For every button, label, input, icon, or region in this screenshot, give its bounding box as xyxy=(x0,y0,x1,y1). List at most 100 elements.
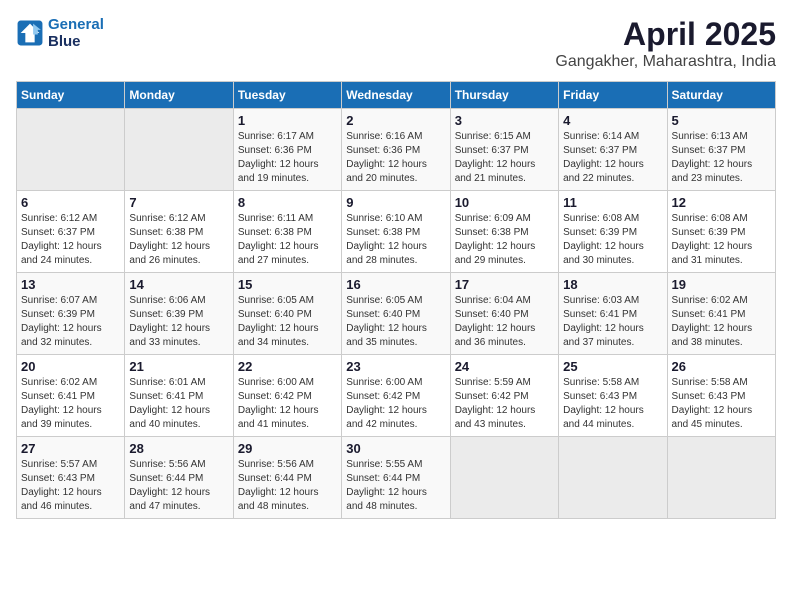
day-number: 4 xyxy=(563,113,662,128)
day-info: Sunrise: 6:13 AM Sunset: 6:37 PM Dayligh… xyxy=(672,130,771,186)
day-number: 9 xyxy=(346,195,445,210)
day-number: 29 xyxy=(238,441,337,456)
calendar-day-cell: 13 Sunrise: 6:07 AM Sunset: 6:39 PM Dayli… xyxy=(17,273,125,355)
calendar-day-cell: 11 Sunrise: 6:08 AM Sunset: 6:39 PM Dayli… xyxy=(559,191,667,273)
day-info: Sunrise: 5:58 AM Sunset: 6:43 PM Dayligh… xyxy=(563,376,662,432)
day-number: 21 xyxy=(129,359,228,374)
weekday-header: Saturday xyxy=(667,82,775,109)
day-info: Sunrise: 6:06 AM Sunset: 6:39 PM Dayligh… xyxy=(129,294,228,350)
page-header: General Blue April 2025 Gangakher, Mahar… xyxy=(16,16,776,71)
calendar-day-cell: 2 Sunrise: 6:16 AM Sunset: 6:36 PM Daylig… xyxy=(342,109,450,191)
day-number: 28 xyxy=(129,441,228,456)
day-number: 27 xyxy=(21,441,120,456)
calendar-day-cell: 22Sunrise: 6:00 AM Sunset: 6:42 PM Dayli… xyxy=(233,355,341,437)
calendar-day-cell: 7 Sunrise: 6:12 AM Sunset: 6:38 PM Daylig… xyxy=(125,191,233,273)
day-info: Sunrise: 6:11 AM Sunset: 6:38 PM Dayligh… xyxy=(238,212,337,268)
calendar-day-cell: 25 Sunrise: 5:58 AM Sunset: 6:43 PM Dayli… xyxy=(559,355,667,437)
calendar-day-cell: 23 Sunrise: 6:00 AM Sunset: 6:42 PM Dayli… xyxy=(342,355,450,437)
weekday-header: Thursday xyxy=(450,82,558,109)
calendar-day-cell xyxy=(559,437,667,519)
day-info: Sunrise: 6:01 AM Sunset: 6:41 PM Dayligh… xyxy=(129,376,228,432)
day-info: Sunrise: 6:02 AM Sunset: 6:41 PM Dayligh… xyxy=(21,376,120,432)
day-info: Sunrise: 5:57 AM Sunset: 6:43 PM Dayligh… xyxy=(21,458,120,514)
calendar-week-row: 6 Sunrise: 6:12 AM Sunset: 6:37 PM Daylig… xyxy=(17,191,776,273)
day-number: 13 xyxy=(21,277,120,292)
day-info: Sunrise: 5:55 AM Sunset: 6:44 PM Dayligh… xyxy=(346,458,445,514)
weekday-header-row: SundayMondayTuesdayWednesdayThursdayFrid… xyxy=(17,82,776,109)
day-number: 8 xyxy=(238,195,337,210)
logo: General Blue xyxy=(16,16,104,51)
day-info: Sunrise: 6:09 AM Sunset: 6:38 PM Dayligh… xyxy=(455,212,554,268)
day-info: Sunrise: 6:03 AM Sunset: 6:41 PM Dayligh… xyxy=(563,294,662,350)
calendar-day-cell: 28 Sunrise: 5:56 AM Sunset: 6:44 PM Dayli… xyxy=(125,437,233,519)
calendar-day-cell: 21 Sunrise: 6:01 AM Sunset: 6:41 PM Dayli… xyxy=(125,355,233,437)
day-info: Sunrise: 6:08 AM Sunset: 6:39 PM Dayligh… xyxy=(563,212,662,268)
day-number: 17 xyxy=(455,277,554,292)
calendar-day-cell xyxy=(125,109,233,191)
day-number: 30 xyxy=(346,441,445,456)
day-number: 16 xyxy=(346,277,445,292)
main-title: April 2025 xyxy=(555,16,776,53)
calendar-day-cell: 27 Sunrise: 5:57 AM Sunset: 6:43 PM Dayli… xyxy=(17,437,125,519)
calendar-day-cell: 18 Sunrise: 6:03 AM Sunset: 6:41 PM Dayli… xyxy=(559,273,667,355)
day-number: 19 xyxy=(672,277,771,292)
weekday-header: Friday xyxy=(559,82,667,109)
calendar-week-row: 1Sunrise: 6:17 AM Sunset: 6:36 PM Daylig… xyxy=(17,109,776,191)
day-info: Sunrise: 6:10 AM Sunset: 6:38 PM Dayligh… xyxy=(346,212,445,268)
day-number: 25 xyxy=(563,359,662,374)
calendar-day-cell: 15Sunrise: 6:05 AM Sunset: 6:40 PM Dayli… xyxy=(233,273,341,355)
day-number: 11 xyxy=(563,195,662,210)
day-info: Sunrise: 6:07 AM Sunset: 6:39 PM Dayligh… xyxy=(21,294,120,350)
calendar-day-cell xyxy=(17,109,125,191)
calendar-day-cell: 10 Sunrise: 6:09 AM Sunset: 6:38 PM Dayli… xyxy=(450,191,558,273)
calendar-day-cell: 24 Sunrise: 5:59 AM Sunset: 6:42 PM Dayli… xyxy=(450,355,558,437)
calendar-day-cell: 5 Sunrise: 6:13 AM Sunset: 6:37 PM Daylig… xyxy=(667,109,775,191)
day-info: Sunrise: 6:17 AM Sunset: 6:36 PM Dayligh… xyxy=(238,130,337,186)
calendar-day-cell: 29 Sunrise: 5:56 AM Sunset: 6:44 PM Dayli… xyxy=(233,437,341,519)
subtitle: Gangakher, Maharashtra, India xyxy=(555,53,776,71)
calendar-day-cell: 19Sunrise: 6:02 AM Sunset: 6:41 PM Dayli… xyxy=(667,273,775,355)
day-number: 2 xyxy=(346,113,445,128)
calendar-day-cell: 1Sunrise: 6:17 AM Sunset: 6:36 PM Daylig… xyxy=(233,109,341,191)
logo-text: General Blue xyxy=(48,16,104,51)
calendar-table: SundayMondayTuesdayWednesdayThursdayFrid… xyxy=(16,81,776,519)
day-info: Sunrise: 6:16 AM Sunset: 6:36 PM Dayligh… xyxy=(346,130,445,186)
day-number: 24 xyxy=(455,359,554,374)
calendar-day-cell: 20Sunrise: 6:02 AM Sunset: 6:41 PM Dayli… xyxy=(17,355,125,437)
calendar-week-row: 13 Sunrise: 6:07 AM Sunset: 6:39 PM Dayli… xyxy=(17,273,776,355)
calendar-week-row: 27 Sunrise: 5:57 AM Sunset: 6:43 PM Dayli… xyxy=(17,437,776,519)
calendar-day-cell: 16 Sunrise: 6:05 AM Sunset: 6:40 PM Dayli… xyxy=(342,273,450,355)
calendar-day-cell xyxy=(667,437,775,519)
weekday-header: Wednesday xyxy=(342,82,450,109)
calendar-day-cell: 8 Sunrise: 6:11 AM Sunset: 6:38 PM Daylig… xyxy=(233,191,341,273)
day-number: 5 xyxy=(672,113,771,128)
weekday-header: Monday xyxy=(125,82,233,109)
day-info: Sunrise: 5:58 AM Sunset: 6:43 PM Dayligh… xyxy=(672,376,771,432)
calendar-day-cell: 3 Sunrise: 6:15 AM Sunset: 6:37 PM Daylig… xyxy=(450,109,558,191)
day-info: Sunrise: 6:00 AM Sunset: 6:42 PM Dayligh… xyxy=(346,376,445,432)
day-info: Sunrise: 6:12 AM Sunset: 6:37 PM Dayligh… xyxy=(21,212,120,268)
day-number: 18 xyxy=(563,277,662,292)
day-info: Sunrise: 5:56 AM Sunset: 6:44 PM Dayligh… xyxy=(129,458,228,514)
day-number: 6 xyxy=(21,195,120,210)
day-info: Sunrise: 6:12 AM Sunset: 6:38 PM Dayligh… xyxy=(129,212,228,268)
day-number: 12 xyxy=(672,195,771,210)
day-info: Sunrise: 6:14 AM Sunset: 6:37 PM Dayligh… xyxy=(563,130,662,186)
calendar-day-cell: 14Sunrise: 6:06 AM Sunset: 6:39 PM Dayli… xyxy=(125,273,233,355)
calendar-day-cell: 17Sunrise: 6:04 AM Sunset: 6:40 PM Dayli… xyxy=(450,273,558,355)
day-number: 7 xyxy=(129,195,228,210)
day-info: Sunrise: 6:05 AM Sunset: 6:40 PM Dayligh… xyxy=(346,294,445,350)
day-number: 23 xyxy=(346,359,445,374)
day-info: Sunrise: 5:59 AM Sunset: 6:42 PM Dayligh… xyxy=(455,376,554,432)
calendar-day-cell: 6 Sunrise: 6:12 AM Sunset: 6:37 PM Daylig… xyxy=(17,191,125,273)
calendar-day-cell: 4 Sunrise: 6:14 AM Sunset: 6:37 PM Daylig… xyxy=(559,109,667,191)
calendar-day-cell: 30 Sunrise: 5:55 AM Sunset: 6:44 PM Dayli… xyxy=(342,437,450,519)
day-info: Sunrise: 6:15 AM Sunset: 6:37 PM Dayligh… xyxy=(455,130,554,186)
day-info: Sunrise: 6:08 AM Sunset: 6:39 PM Dayligh… xyxy=(672,212,771,268)
day-info: Sunrise: 5:56 AM Sunset: 6:44 PM Dayligh… xyxy=(238,458,337,514)
calendar-week-row: 20Sunrise: 6:02 AM Sunset: 6:41 PM Dayli… xyxy=(17,355,776,437)
day-number: 15 xyxy=(238,277,337,292)
day-number: 10 xyxy=(455,195,554,210)
day-info: Sunrise: 6:00 AM Sunset: 6:42 PM Dayligh… xyxy=(238,376,337,432)
day-number: 3 xyxy=(455,113,554,128)
